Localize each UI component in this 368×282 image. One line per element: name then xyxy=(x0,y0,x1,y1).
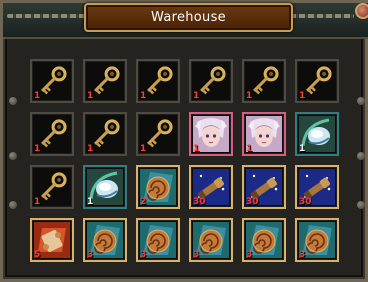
rivet xyxy=(357,201,365,209)
inventory-slot[interactable]: 1 xyxy=(136,112,180,156)
inventory-slot[interactable]: 5 xyxy=(30,218,74,262)
inventory-slot[interactable]: 1 xyxy=(189,59,233,103)
inventory-slot[interactable]: 1 xyxy=(83,112,127,156)
item-quantity: 1 xyxy=(246,91,253,101)
item-quantity: 3 xyxy=(246,250,253,260)
item-grid: 1 1 1 1 1 1 1 1 1 1 1 1 1 1 2 30 30 30 5… xyxy=(30,59,339,262)
inventory-slot[interactable]: 30 xyxy=(189,165,233,209)
rivet xyxy=(357,97,365,105)
inventory-slot[interactable]: 1 xyxy=(83,59,127,103)
item-quantity: 1 xyxy=(87,91,94,101)
item-quantity: 1 xyxy=(34,144,41,154)
item-quantity: 3 xyxy=(87,250,94,260)
item-quantity: 1 xyxy=(87,197,94,207)
inventory-slot[interactable]: 1 xyxy=(242,59,286,103)
inventory-slot[interactable]: 1 xyxy=(83,165,127,209)
inventory-slot[interactable]: 1 xyxy=(295,59,339,103)
chain-ornament xyxy=(290,14,354,18)
item-quantity: 1 xyxy=(140,91,147,101)
item-quantity: 30 xyxy=(246,197,259,207)
inventory-slot[interactable]: 1 xyxy=(189,112,233,156)
rivet xyxy=(357,152,365,160)
window-title: Warehouse xyxy=(84,3,293,32)
rivet xyxy=(9,201,17,209)
inventory-slot[interactable]: 1 xyxy=(30,59,74,103)
warehouse-window: Warehouse 1 1 1 1 1 1 1 1 1 1 1 1 1 1 2 … xyxy=(0,0,368,282)
item-quantity: 1 xyxy=(87,144,94,154)
item-quantity: 1 xyxy=(34,197,41,207)
item-quantity: 3 xyxy=(140,250,147,260)
rivet xyxy=(9,152,17,160)
item-quantity: 30 xyxy=(299,197,312,207)
inventory-slot[interactable]: 1 xyxy=(295,112,339,156)
inventory-slot[interactable]: 30 xyxy=(242,165,286,209)
inventory-slot[interactable]: 3 xyxy=(83,218,127,262)
item-quantity: 2 xyxy=(140,197,147,207)
item-quantity: 1 xyxy=(299,144,306,154)
inventory-slot[interactable]: 3 xyxy=(136,218,180,262)
item-quantity: 3 xyxy=(193,250,200,260)
inventory-slot[interactable]: 2 xyxy=(136,165,180,209)
inventory-slot[interactable]: 1 xyxy=(30,112,74,156)
inventory-slot[interactable]: 30 xyxy=(295,165,339,209)
item-quantity: 1 xyxy=(193,91,200,101)
item-quantity: 1 xyxy=(299,91,306,101)
inventory-slot[interactable]: 1 xyxy=(136,59,180,103)
item-quantity: 1 xyxy=(140,144,147,154)
chain-ornament xyxy=(7,14,85,18)
rivet xyxy=(9,97,17,105)
inventory-slot[interactable]: 3 xyxy=(242,218,286,262)
inventory-slot[interactable]: 3 xyxy=(189,218,233,262)
item-quantity: 1 xyxy=(34,91,41,101)
item-quantity: 1 xyxy=(193,144,200,154)
item-quantity: 5 xyxy=(34,250,41,260)
inventory-slot[interactable]: 1 xyxy=(30,165,74,209)
inventory-slot[interactable]: 1 xyxy=(242,112,286,156)
item-quantity: 1 xyxy=(246,144,253,154)
item-quantity: 3 xyxy=(299,250,306,260)
close-button[interactable] xyxy=(355,3,368,19)
inventory-slot[interactable]: 3 xyxy=(295,218,339,262)
item-quantity: 30 xyxy=(193,197,206,207)
